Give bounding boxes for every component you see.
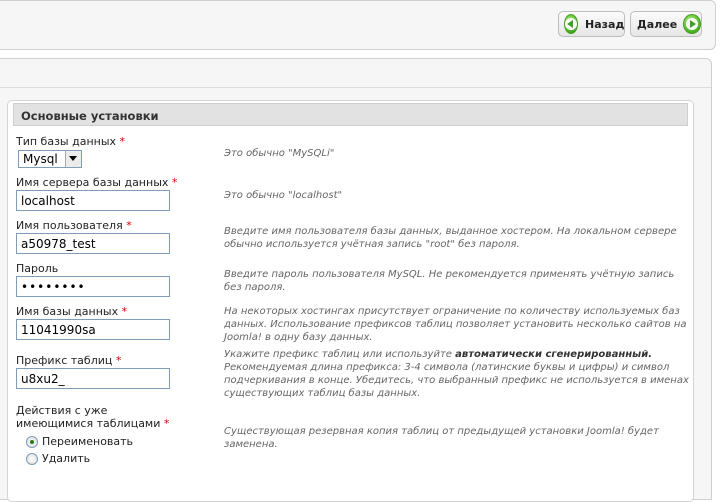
next-arrow-icon <box>683 14 701 34</box>
password-input[interactable]: •••••••• <box>16 276 170 297</box>
password-label: Пароль <box>16 262 59 275</box>
chevron-down-icon[interactable] <box>65 151 81 167</box>
toolbar: Назад Далее <box>0 0 716 50</box>
user-input[interactable]: a50978_test <box>16 233 170 254</box>
db-name-input[interactable]: 11041990sa <box>16 319 170 340</box>
user-label: Имя пользователя * <box>16 219 132 232</box>
existing-tables-hint: Существующая резервная копия таблиц от п… <box>224 426 659 450</box>
db-type-label: Тип базы данных * <box>16 135 126 148</box>
back-arrow-icon <box>564 14 578 34</box>
next-button[interactable]: Далее <box>630 11 702 37</box>
user-hint: Введите имя пользователя базы данных, вы… <box>224 226 677 250</box>
next-button-label: Далее <box>637 17 678 31</box>
back-button-label: Назад <box>585 17 625 31</box>
radio-option-delete[interactable]: Удалить <box>26 452 90 465</box>
radio-rename[interactable] <box>26 435 38 448</box>
prefix-input[interactable]: u8xu2_ <box>16 368 170 389</box>
existing-tables-label: Действия с уже имеющимися таблицами * <box>16 404 170 430</box>
host-hint: Это обычно "localhost" <box>224 190 343 201</box>
db-name-label: Имя базы данных * <box>16 305 128 318</box>
db-type-hint: Это обычно "MySQLi" <box>224 148 335 159</box>
section-title: Основные установки <box>13 103 688 126</box>
panel-divider <box>0 87 711 88</box>
db-name-hint: На некоторых хостингах присутствует огра… <box>224 306 687 343</box>
host-label: Имя сервера базы данных * <box>16 176 178 189</box>
db-type-value: Mysql <box>23 152 58 166</box>
host-input[interactable]: localhost <box>16 190 170 211</box>
radio-rename-label: Переименовать <box>42 435 134 448</box>
radio-option-rename[interactable]: Переименовать <box>26 435 133 448</box>
back-button[interactable]: Назад <box>558 11 625 37</box>
radio-delete-label: Удалить <box>42 452 91 465</box>
prefix-label: Префикс таблиц * <box>16 354 122 367</box>
db-type-select[interactable]: Mysql <box>18 150 82 168</box>
prefix-hint: Укажите префикс таблиц или используйте а… <box>224 349 689 399</box>
password-hint: Введите пароль пользователя MySQL. Не ре… <box>224 269 675 293</box>
radio-delete[interactable] <box>26 452 38 465</box>
